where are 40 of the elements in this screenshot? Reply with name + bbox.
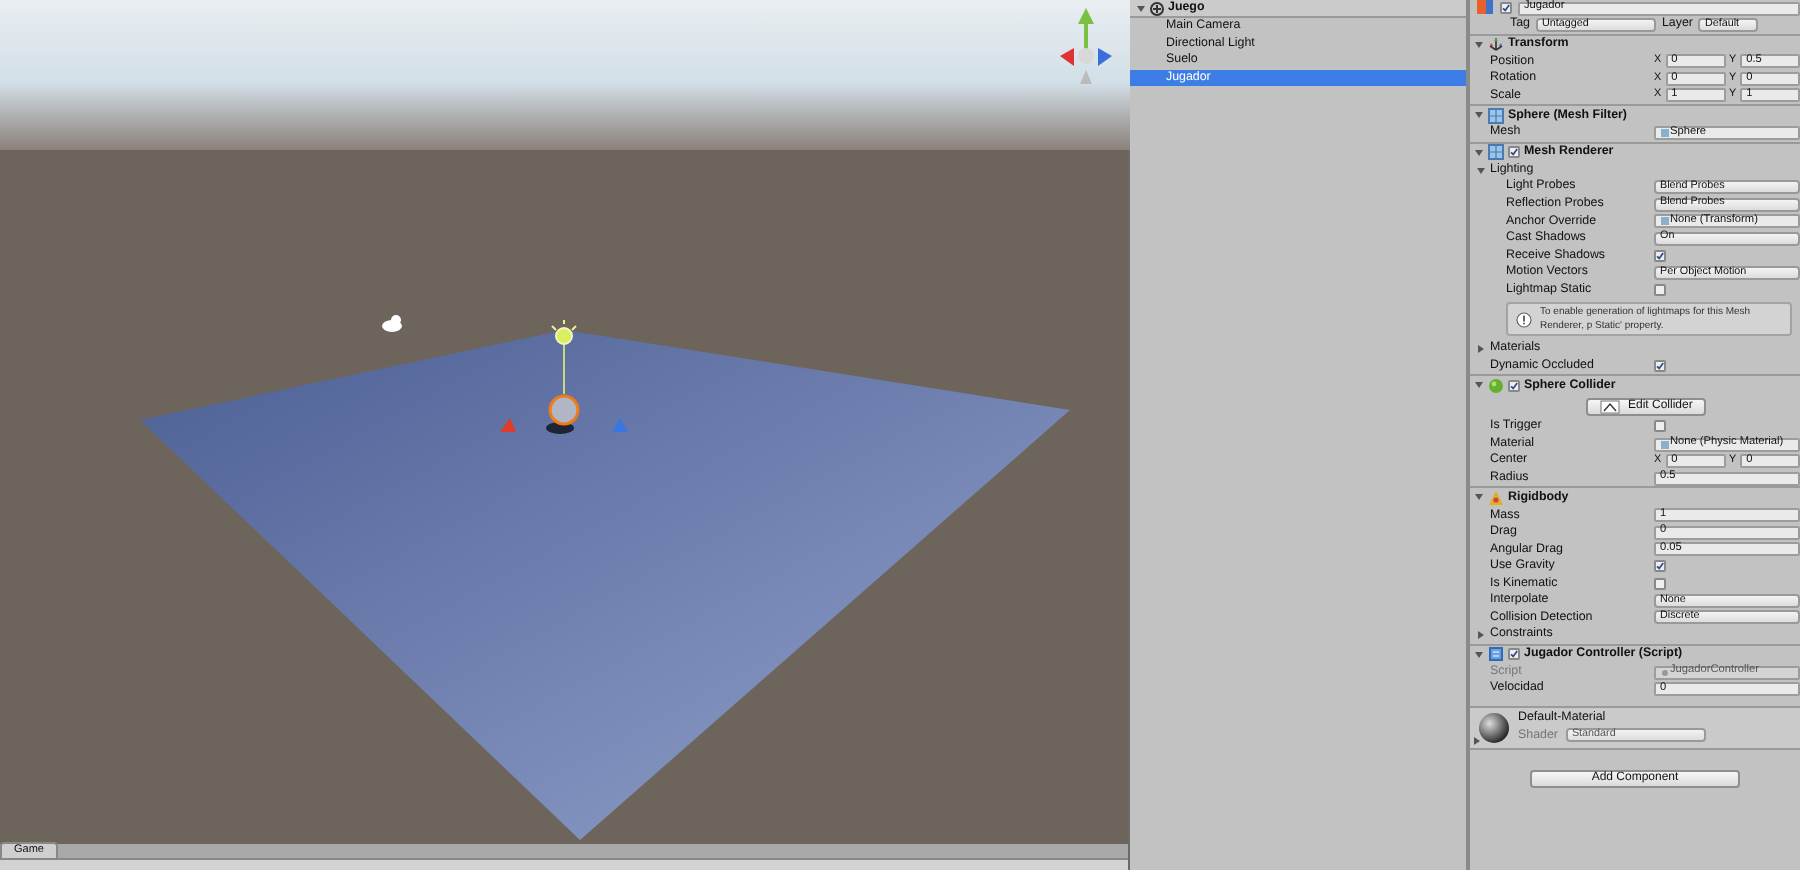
cone-handle-icon[interactable]	[612, 418, 628, 432]
checkbox[interactable]	[1654, 577, 1666, 590]
light-icon[interactable]	[551, 319, 577, 395]
mesh-icon	[1660, 439, 1670, 450]
expanded-triangle-icon[interactable]	[1474, 147, 1484, 158]
axis-gizmo-drawing[interactable]	[1060, 8, 1112, 84]
cloud-icon	[382, 315, 402, 332]
checkbox[interactable]	[1508, 648, 1520, 661]
edit-collider-icon	[1600, 399, 1620, 414]
expanded-triangle-icon[interactable]	[1474, 380, 1484, 391]
cone-handle-icon[interactable]	[500, 418, 516, 432]
checkbox[interactable]	[1500, 2, 1512, 14]
collapsed-triangle-icon[interactable]	[1476, 343, 1486, 354]
expanded-triangle-icon[interactable]	[1474, 39, 1484, 50]
mesh-icon	[1660, 127, 1670, 138]
script-dot-icon	[1660, 667, 1670, 678]
checkbox[interactable]	[1654, 283, 1666, 296]
expanded-triangle-icon[interactable]	[1136, 3, 1146, 13]
cube-icon	[1476, 0, 1494, 16]
info-icon	[1516, 311, 1532, 328]
scene-icon	[1150, 1, 1164, 15]
checkbox[interactable]	[1654, 420, 1666, 433]
checkbox[interactable]	[1654, 560, 1666, 573]
sphere-object[interactable]	[548, 394, 580, 426]
expanded-triangle-icon[interactable]	[1474, 492, 1484, 503]
checkbox[interactable]	[1508, 379, 1520, 392]
expanded-triangle-icon[interactable]	[1474, 110, 1484, 121]
expanded-triangle-icon[interactable]	[1474, 649, 1484, 660]
grid-icon	[1488, 107, 1504, 124]
sphere-icon	[1488, 377, 1504, 394]
checkbox[interactable]	[1654, 249, 1666, 262]
checkbox[interactable]	[1508, 146, 1520, 159]
collapsed-triangle-icon[interactable]	[1476, 629, 1486, 640]
mesh-icon	[1660, 216, 1670, 227]
collapsed-triangle-icon[interactable]	[1472, 735, 1482, 746]
material-sphere-icon	[1478, 711, 1510, 744]
expanded-triangle-icon[interactable]	[1476, 165, 1486, 175]
checkbox[interactable]	[1654, 359, 1666, 372]
grid-icon	[1488, 144, 1504, 161]
script-icon	[1488, 646, 1504, 663]
